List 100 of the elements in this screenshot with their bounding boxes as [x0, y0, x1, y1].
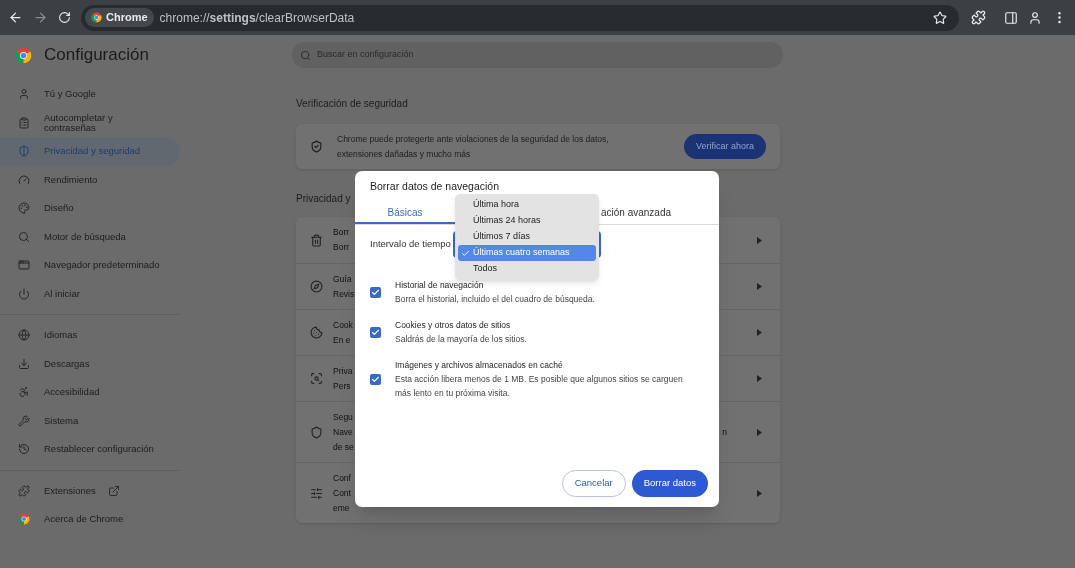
back-icon[interactable] [8, 10, 23, 25]
address-bar[interactable]: Chrome chrome://settings/clearBrowserData [81, 4, 959, 31]
reload-icon[interactable] [58, 11, 71, 24]
sidebar-item[interactable]: Idiomas [0, 321, 180, 350]
sidebar-label: Extensiones [44, 485, 96, 496]
dialog-tab[interactable]: ación avanzada [601, 205, 672, 224]
dropdown-option[interactable]: Últimas cuatro semanas [458, 245, 596, 261]
option-title: Historial de navegación [395, 279, 485, 292]
sidebar-label: Al iniciar [44, 288, 80, 299]
check-icon [371, 287, 380, 297]
sidebar-item[interactable]: Privacidad y seguridad [0, 137, 180, 166]
verify-button[interactable]: Verificar ahora [683, 134, 766, 159]
sidebar-label: Acerca de Chrome [44, 514, 124, 525]
check-icon [371, 327, 380, 337]
forward-icon[interactable] [33, 10, 48, 25]
sidebar-item[interactable]: Rendimiento [0, 165, 180, 194]
accessibility-icon [18, 386, 30, 399]
sidebar-label: Diseño [44, 203, 74, 214]
dropdown-option[interactable]: Todos [458, 261, 596, 277]
search-icon [18, 230, 30, 243]
row-text-fragment: Cont [333, 486, 351, 500]
row-text-fragment: eme [333, 501, 351, 515]
option-description: Saldrás de la mayoría de los sitios. [395, 333, 528, 346]
row-text-fragment: Segu [333, 410, 354, 424]
caret-icon[interactable] [757, 329, 762, 336]
profile-icon[interactable] [1028, 10, 1042, 25]
chrome-logo-icon [15, 46, 32, 64]
cancel-button[interactable]: Cancelar [561, 470, 626, 497]
side-panel-icon[interactable] [1004, 10, 1018, 25]
checkbox[interactable] [370, 286, 381, 298]
sidebar-item[interactable]: Navegador predeterminado [0, 251, 180, 280]
sidebar-item[interactable]: Restablecer configuración [0, 435, 180, 464]
checkbox[interactable] [370, 373, 381, 385]
clear-data-button[interactable]: Borrar datos [631, 470, 708, 497]
row-text-fragment: n [722, 425, 727, 439]
search-icon [300, 49, 311, 61]
shield-icon [18, 145, 30, 158]
dialog-title: Borrar datos de navegación [369, 179, 500, 192]
option-title: Imágenes y archivos almacenados en caché [395, 359, 564, 372]
check-icon [371, 374, 380, 384]
sidebar-item[interactable]: Descargas [0, 349, 180, 378]
sidebar-label: Navegador predeterminado [44, 260, 160, 271]
option-description: Esta acción libera menos de 1 MB. Es posible que algunos sitios se carguen más lento en tu próxima visita. [395, 373, 684, 400]
row-text-fragment: de se [333, 440, 354, 454]
row-text-fragment: Revis [333, 287, 355, 301]
section-heading: Verificación de seguridad [296, 97, 409, 111]
row-text-fragment: Guía [333, 272, 353, 286]
shield-check-icon [310, 140, 323, 153]
cookie-icon [310, 326, 323, 339]
dropdown-option[interactable]: Últimas 24 horas [458, 213, 596, 229]
row-text-fragment: Conf [333, 471, 351, 485]
time-range-label: Intervalo de tiempo [370, 237, 451, 252]
security-text: Chrome puede protegerte ante violaciones de la seguridad de los datos, extensiones dañadas y mucho más [337, 132, 610, 161]
sidebar-item[interactable]: Autocompletar y contraseñas [0, 108, 180, 137]
site-chip[interactable]: Chrome [85, 8, 154, 27]
sidebar-label: Idiomas [44, 330, 78, 341]
sidebar-item[interactable]: Diseño [0, 194, 180, 223]
sidebar-item[interactable]: Motor de búsqueda [0, 222, 180, 251]
row-text-fragment: En e [333, 333, 352, 347]
row-text-fragment: Priva [333, 364, 353, 378]
option-title: Cookies y otros datos de sitios [395, 319, 512, 332]
sidebar-item[interactable]: Acerca de Chrome [0, 505, 180, 534]
dropdown-option[interactable]: Últimos 7 días [458, 229, 596, 245]
caret-icon[interactable] [757, 236, 762, 244]
compass-icon [310, 280, 323, 293]
checkmark-icon [461, 248, 470, 258]
url-text: chrome://settings/clearBrowserData [159, 9, 355, 27]
dropdown-option[interactable]: Última hora [458, 197, 596, 213]
puzzle-icon [18, 484, 30, 497]
caret-icon[interactable] [757, 375, 762, 382]
caret-icon[interactable] [757, 283, 762, 290]
palette-icon [18, 202, 30, 215]
option-description: Borra el historial, incluido el del cuadro de búsqueda. [395, 293, 596, 306]
section-heading: Privacidad y [296, 192, 351, 206]
sidebar-item[interactable]: Accesibilidad [0, 378, 180, 407]
page-title: Configuración [44, 44, 149, 67]
sidebar-label: Motor de búsqueda [44, 231, 126, 242]
row-text-fragment: Borr [333, 226, 350, 239]
trash-icon [310, 233, 323, 247]
shield-icon [310, 425, 323, 439]
download-icon [18, 357, 30, 370]
checkbox[interactable] [370, 326, 381, 338]
history-icon [18, 443, 30, 456]
sidebar-label: Descargas [44, 358, 90, 369]
bookmark-star-icon[interactable] [933, 10, 947, 25]
sidebar-item[interactable]: Tú y Google [0, 80, 180, 109]
sidebar-item[interactable]: Al iniciar [0, 279, 180, 308]
power-icon [18, 287, 30, 300]
sidebar-label: Sistema [44, 415, 79, 426]
sidebar-item[interactable]: Sistema [0, 406, 180, 435]
clipboard-icon [18, 116, 30, 129]
chrome-logo-icon [18, 513, 30, 526]
sidebar-label: Tú y Google [44, 89, 96, 100]
sidebar-item[interactable]: Extensiones [0, 476, 180, 505]
person-icon [18, 88, 30, 101]
sidebar-label: Privacidad y seguridad [44, 146, 141, 157]
sliders-icon [310, 486, 323, 500]
caret-icon[interactable] [757, 489, 762, 497]
extensions-icon[interactable] [971, 10, 986, 25]
caret-icon[interactable] [757, 428, 762, 436]
